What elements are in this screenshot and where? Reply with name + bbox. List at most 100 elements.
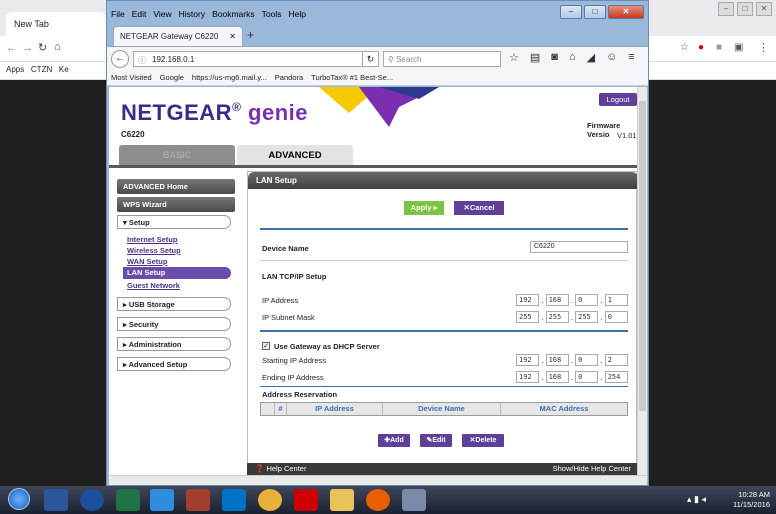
paint-icon[interactable] [402, 489, 426, 511]
send-icon[interactable]: ◢ [587, 51, 595, 64]
apply-button[interactable]: Apply ▸ [404, 201, 444, 215]
help-center-label[interactable]: Help Center [266, 464, 306, 473]
star-icon[interactable]: ☆ [509, 51, 519, 64]
forward-arrow-icon[interactable]: → [22, 42, 33, 54]
star-icon[interactable]: ☆ [680, 42, 689, 53]
add-button[interactable]: ✚Add [378, 434, 410, 447]
sidebar-wps-wizard[interactable]: WPS Wizard [117, 197, 235, 212]
horizontal-scrollbar[interactable] [109, 475, 647, 485]
back-arrow-icon[interactable]: ← [6, 42, 17, 54]
maximize-icon[interactable]: □ [584, 5, 606, 19]
sidebar-setup[interactable]: ▾ Setup [117, 215, 231, 229]
bookmark-apps[interactable]: Apps [6, 65, 24, 74]
subnet-octet[interactable]: 0 [604, 311, 629, 323]
search-input[interactable]: ⚲ Search [383, 51, 501, 67]
close-icon[interactable]: ✕ [608, 5, 644, 19]
delete-button[interactable]: ✕Delete [462, 434, 504, 447]
messenger-icon[interactable] [150, 489, 174, 511]
outlook-icon[interactable] [222, 489, 246, 511]
app-icon[interactable] [80, 489, 104, 511]
menu-view[interactable]: View [153, 9, 171, 23]
home-icon[interactable]: ⌂ [569, 51, 576, 64]
acrobat-icon[interactable] [294, 489, 318, 511]
logout-button[interactable]: Logout [599, 93, 637, 106]
menu-icon[interactable]: ⋮ [758, 41, 769, 54]
scrollbar-thumb[interactable] [639, 101, 646, 411]
menu-edit[interactable]: Edit [132, 9, 147, 23]
end-ip-octet[interactable]: 254 [604, 371, 629, 383]
extension-icon-2[interactable]: ▣ [734, 42, 743, 53]
menu-bookmarks[interactable]: Bookmarks [212, 9, 255, 23]
ip-octet[interactable]: 168 [545, 294, 569, 306]
reading-list-icon[interactable]: ▤ [530, 51, 540, 64]
sidebar-item-internet-setup[interactable]: Internet Setup [127, 235, 177, 244]
sidebar-item-wan-setup[interactable]: WAN Setup [127, 257, 167, 266]
ip-octet[interactable]: 1 [604, 294, 629, 306]
explorer-icon[interactable] [330, 489, 354, 511]
background-tab[interactable]: New Tab [6, 12, 106, 36]
ip-octet[interactable]: 0 [575, 294, 599, 306]
device-name-field[interactable]: C6220 [530, 241, 628, 253]
close-icon[interactable]: ✕ [756, 2, 772, 16]
close-tab-icon[interactable]: ✕ [229, 32, 236, 41]
extension-icon[interactable]: ■ [716, 42, 722, 53]
help-icon[interactable]: ❓ [255, 464, 264, 473]
excel-icon[interactable] [116, 489, 140, 511]
sidebar-advanced-setup[interactable]: ▸ Advanced Setup [117, 357, 231, 371]
menu-file[interactable]: File [111, 9, 125, 23]
word-icon[interactable] [44, 489, 68, 511]
chrome-icon[interactable] [258, 489, 282, 511]
vertical-scrollbar[interactable] [637, 87, 647, 475]
bookmark-ctzn[interactable]: CTZN [31, 65, 52, 74]
bookmark-pandora[interactable]: Pandora [275, 73, 303, 82]
sidebar-usb-storage[interactable]: ▸ USB Storage [117, 297, 231, 311]
firefox-icon[interactable] [366, 489, 390, 511]
subnet-octet[interactable]: 255 [575, 311, 599, 323]
sync-icon[interactable]: ☺ [606, 51, 617, 64]
home-icon[interactable]: ⌂ [54, 41, 61, 53]
subnet-octet[interactable]: 255 [545, 311, 569, 323]
minimize-icon[interactable]: – [718, 2, 734, 16]
maximize-icon[interactable]: □ [737, 2, 753, 16]
sidebar-item-guest-network[interactable]: Guest Network [127, 281, 180, 290]
menu-tools[interactable]: Tools [262, 9, 282, 23]
browser-tab[interactable]: NETGEAR Gateway C6220 ✕ [113, 26, 243, 46]
tab-basic[interactable]: BASIC [119, 145, 235, 165]
minimize-icon[interactable]: – [560, 5, 582, 19]
new-tab-icon[interactable]: + [247, 28, 254, 42]
start-ip-octet[interactable]: 168 [545, 354, 569, 366]
sidebar-administration[interactable]: ▸ Administration [117, 337, 231, 351]
bookmark-most-visited[interactable]: Most Visited [111, 73, 152, 82]
reload-icon[interactable]: ↻ [38, 41, 47, 54]
bookmark-ke[interactable]: Ke [59, 65, 69, 74]
subnet-octet[interactable]: 255 [516, 311, 540, 323]
edit-button[interactable]: ✎Edit [420, 434, 452, 447]
info-icon[interactable]: ⓘ [138, 55, 146, 65]
clock[interactable]: 10:28 AM 11/15/2016 [733, 490, 770, 510]
pocket-icon[interactable]: ◙ [551, 51, 558, 64]
menu-history[interactable]: History [179, 9, 205, 23]
cancel-button[interactable]: ✕Cancel [454, 201, 504, 215]
pinterest-icon[interactable]: ● [698, 42, 704, 53]
ip-octet[interactable]: 192 [516, 294, 540, 306]
back-arrow-icon[interactable]: ← [111, 50, 129, 68]
bookmark-mail[interactable]: https://us-mg6.mail.y... [192, 73, 267, 82]
url-bar[interactable]: ⓘ 192.168.0.1 [133, 51, 363, 67]
bookmark-google[interactable]: Google [160, 73, 184, 82]
end-ip-octet[interactable]: 192 [516, 371, 540, 383]
end-ip-octet[interactable]: 0 [575, 371, 599, 383]
menu-help[interactable]: Help [288, 9, 305, 23]
start-ip-octet[interactable]: 0 [575, 354, 599, 366]
tab-advanced[interactable]: ADVANCED [237, 145, 353, 165]
start-button[interactable] [8, 488, 30, 510]
sidebar-item-lan-setup[interactable]: LAN Setup [123, 267, 231, 279]
show-hide-help-link[interactable]: Show/Hide Help Center [553, 464, 631, 473]
dhcp-checkbox[interactable]: ✓ [262, 342, 270, 350]
sidebar-advanced-home[interactable]: ADVANCED Home [117, 179, 235, 194]
sidebar-item-wireless-setup[interactable]: Wireless Setup [127, 246, 181, 255]
start-ip-octet[interactable]: 192 [516, 354, 540, 366]
start-ip-octet[interactable]: 2 [604, 354, 629, 366]
bookmark-turbotax[interactable]: TurboTax® #1 Best-Se... [311, 73, 393, 82]
tray-icons[interactable]: ▴ ▮ ◂ [687, 494, 706, 505]
menu-icon[interactable]: ≡ [628, 51, 634, 64]
